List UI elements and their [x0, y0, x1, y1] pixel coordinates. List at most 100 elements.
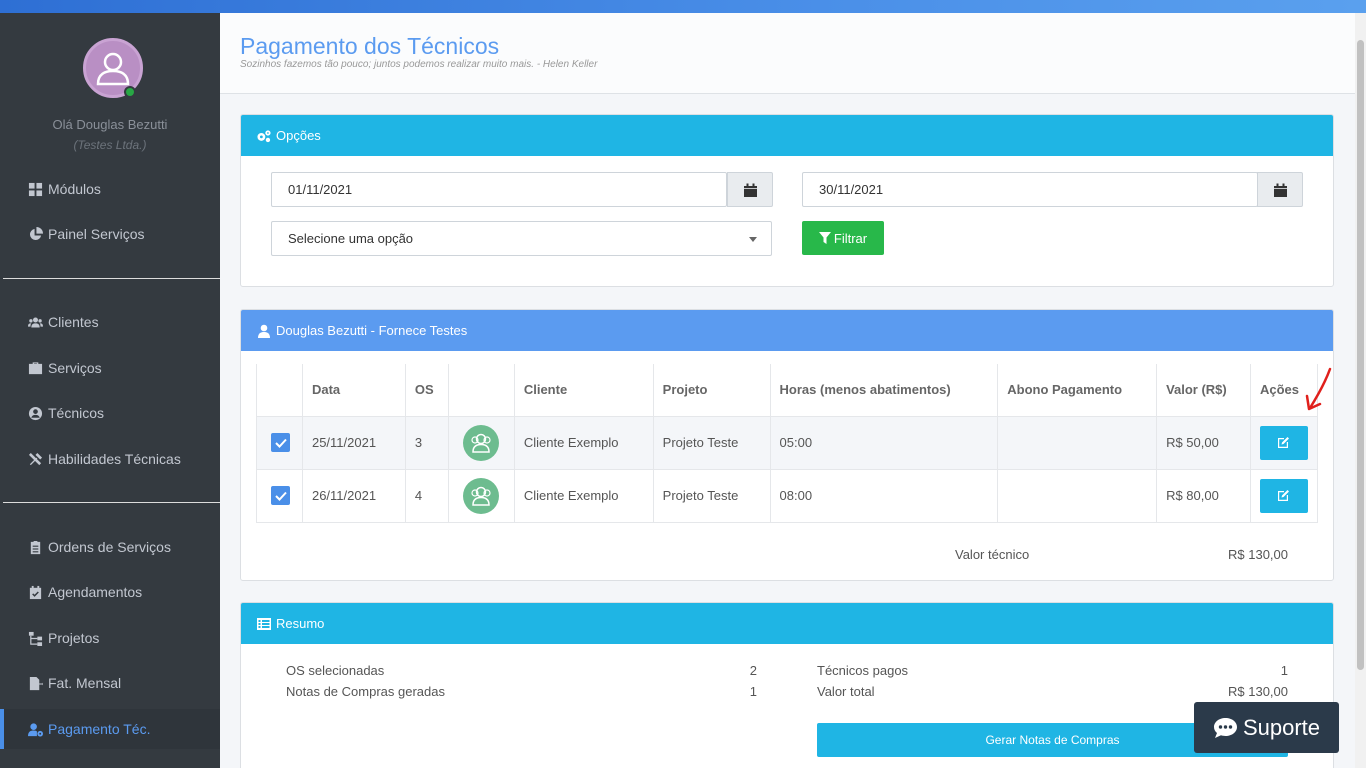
sidebar-item-agendamentos[interactable]: Agendamentos	[0, 572, 220, 612]
sidebar-item-modulos[interactable]: Módulos	[0, 169, 220, 209]
sidebar-item-label: Módulos	[48, 181, 101, 197]
sidebar-item-servicos[interactable]: Serviços	[0, 348, 220, 388]
sidebar-item-habilidades[interactable]: Habilidades Técnicas	[0, 439, 220, 479]
sidebar-item-label: Projetos	[48, 630, 100, 646]
user-cog-icon	[27, 721, 43, 737]
col-data: Data	[301, 364, 406, 417]
sidebar-item-label: Painel Serviços	[48, 226, 145, 242]
edit-icon	[1278, 437, 1290, 448]
summary-card-title: Resumo	[276, 616, 325, 631]
technician-total-value: R$ 130,00	[1228, 547, 1288, 562]
row-os: 4	[404, 469, 449, 523]
support-button[interactable]: Suporte	[1194, 702, 1339, 753]
client-avatar	[462, 477, 499, 514]
row-value: R$ 80,00	[1156, 469, 1251, 523]
row-os: 3	[404, 416, 449, 470]
edit-icon	[1278, 490, 1290, 501]
page-header: Pagamento dos Técnicos Sozinhos fazemos …	[220, 13, 1355, 94]
date-end-input[interactable]: 30/11/2021	[802, 172, 1258, 207]
date-start-calendar-button[interactable]	[727, 172, 773, 207]
scrollbar-thumb[interactable]	[1357, 40, 1364, 670]
file-export-icon	[27, 675, 43, 691]
summary-card-header: Resumo	[241, 603, 1333, 644]
users-outline-icon	[471, 433, 491, 453]
sidebar-item-painel-servicos[interactable]: Painel Serviços	[0, 214, 220, 254]
notes-generated-value: 1	[749, 684, 757, 699]
technician-table: Data OS Cliente Projeto Horas (menos aba…	[256, 364, 1319, 523]
technician-total-label: Valor técnico	[955, 547, 1030, 562]
users-outline-icon	[471, 486, 491, 506]
sidebar-divider	[3, 502, 220, 503]
clipboard-icon	[27, 539, 43, 555]
sidebar-item-label: Clientes	[48, 314, 99, 330]
row-client: Cliente Exemplo	[513, 469, 654, 523]
edit-button[interactable]	[1259, 478, 1308, 513]
calendar-check-icon	[27, 584, 43, 600]
row-hours: 05:00	[769, 416, 998, 470]
date-start-input[interactable]: 01/11/2021	[271, 172, 727, 207]
sidebar-item-clientes[interactable]: Clientes	[0, 302, 220, 342]
summary-card: Resumo OS selecionadas 2 Notas de Compra…	[240, 602, 1334, 768]
techs-paid-label: Técnicos pagos	[817, 663, 909, 678]
chevron-down-icon	[749, 237, 757, 242]
row-project: Projeto Teste	[652, 469, 771, 523]
row-project: Projeto Teste	[652, 416, 771, 470]
technician-card-title: Douglas Bezutti - Fornece Testes	[276, 323, 468, 338]
check-icon	[274, 491, 287, 501]
col-valor: Valor (R$)	[1156, 364, 1251, 417]
cogs-icon	[257, 129, 271, 142]
sidebar-item-projetos[interactable]: Projetos	[0, 618, 220, 658]
page-quote: Sozinhos fazemos tão pouco; juntos podem…	[240, 59, 598, 70]
calendar-icon	[743, 183, 757, 197]
user-company: (Testes Ltda.)	[73, 138, 147, 152]
check-icon	[274, 438, 287, 448]
sidebar-divider	[3, 278, 220, 279]
table-row: 26/11/2021 4 Cliente Exemplo Projeto Tes…	[256, 469, 1319, 523]
client-avatar	[462, 424, 499, 461]
row-checkbox[interactable]	[271, 486, 290, 505]
users-icon	[27, 314, 43, 330]
row-checkbox[interactable]	[271, 433, 290, 452]
options-card-header: Opções	[241, 115, 1333, 156]
list-icon	[257, 617, 271, 630]
option-select[interactable]: Selecione uma opção	[271, 221, 772, 256]
red-arrow-annotation	[1305, 367, 1332, 411]
filter-button[interactable]: Filtrar	[802, 221, 884, 255]
grid-icon	[27, 181, 43, 197]
sidebar-item-label: Habilidades Técnicas	[48, 451, 181, 467]
col-select	[256, 364, 303, 417]
sidebar-item-pagamento-tec[interactable]: Pagamento Téc.	[0, 709, 220, 749]
sidebar-item-label: Fat. Mensal	[48, 675, 122, 691]
briefcase-icon	[27, 360, 43, 376]
pie-chart-icon	[27, 226, 43, 242]
table-row: 25/11/2021 3 Cliente Exemplo Projeto Tes…	[256, 416, 1319, 470]
sidebar-item-label: Pagamento Téc.	[48, 721, 151, 737]
sidebar-item-tecnicos[interactable]: Técnicos	[0, 393, 220, 433]
sidebar-item-fat-mensal[interactable]: Fat. Mensal	[0, 663, 220, 703]
user-greeting: Olá Douglas Bezutti	[52, 117, 168, 132]
sidebar-item-ordens-servicos[interactable]: Ordens de Serviços	[0, 527, 220, 567]
row-abono	[997, 469, 1157, 523]
date-end-calendar-button[interactable]	[1257, 172, 1303, 207]
col-projeto: Projeto	[652, 364, 771, 417]
col-horas: Horas (menos abatimentos)	[769, 364, 998, 417]
sidebar-item-label: Serviços	[48, 360, 102, 376]
options-card: Opções 01/11/2021 30/11/2021 Selecione u…	[240, 114, 1334, 287]
notes-generated-label: Notas de Compras geradas	[286, 684, 445, 699]
sidebar: Olá Douglas Bezutti (Testes Ltda.) Módul…	[0, 13, 220, 768]
technician-card-header: Douglas Bezutti - Fornece Testes	[241, 310, 1333, 351]
technician-card: Douglas Bezutti - Fornece Testes Data OS…	[240, 309, 1334, 581]
options-card-title: Opções	[276, 128, 321, 143]
row-date: 26/11/2021	[301, 469, 406, 523]
user-outline-icon	[96, 52, 130, 86]
filter-icon	[818, 232, 831, 244]
filter-button-label: Filtrar	[833, 230, 868, 246]
page-scrollbar[interactable]	[1355, 13, 1366, 768]
sidebar-item-label: Agendamentos	[48, 584, 143, 600]
calendar-icon	[1273, 183, 1287, 197]
row-abono	[997, 416, 1157, 470]
edit-button[interactable]	[1259, 425, 1308, 460]
col-cliente: Cliente	[513, 364, 654, 417]
col-avatar	[447, 364, 515, 417]
techs-paid-value: 1	[1280, 663, 1288, 678]
